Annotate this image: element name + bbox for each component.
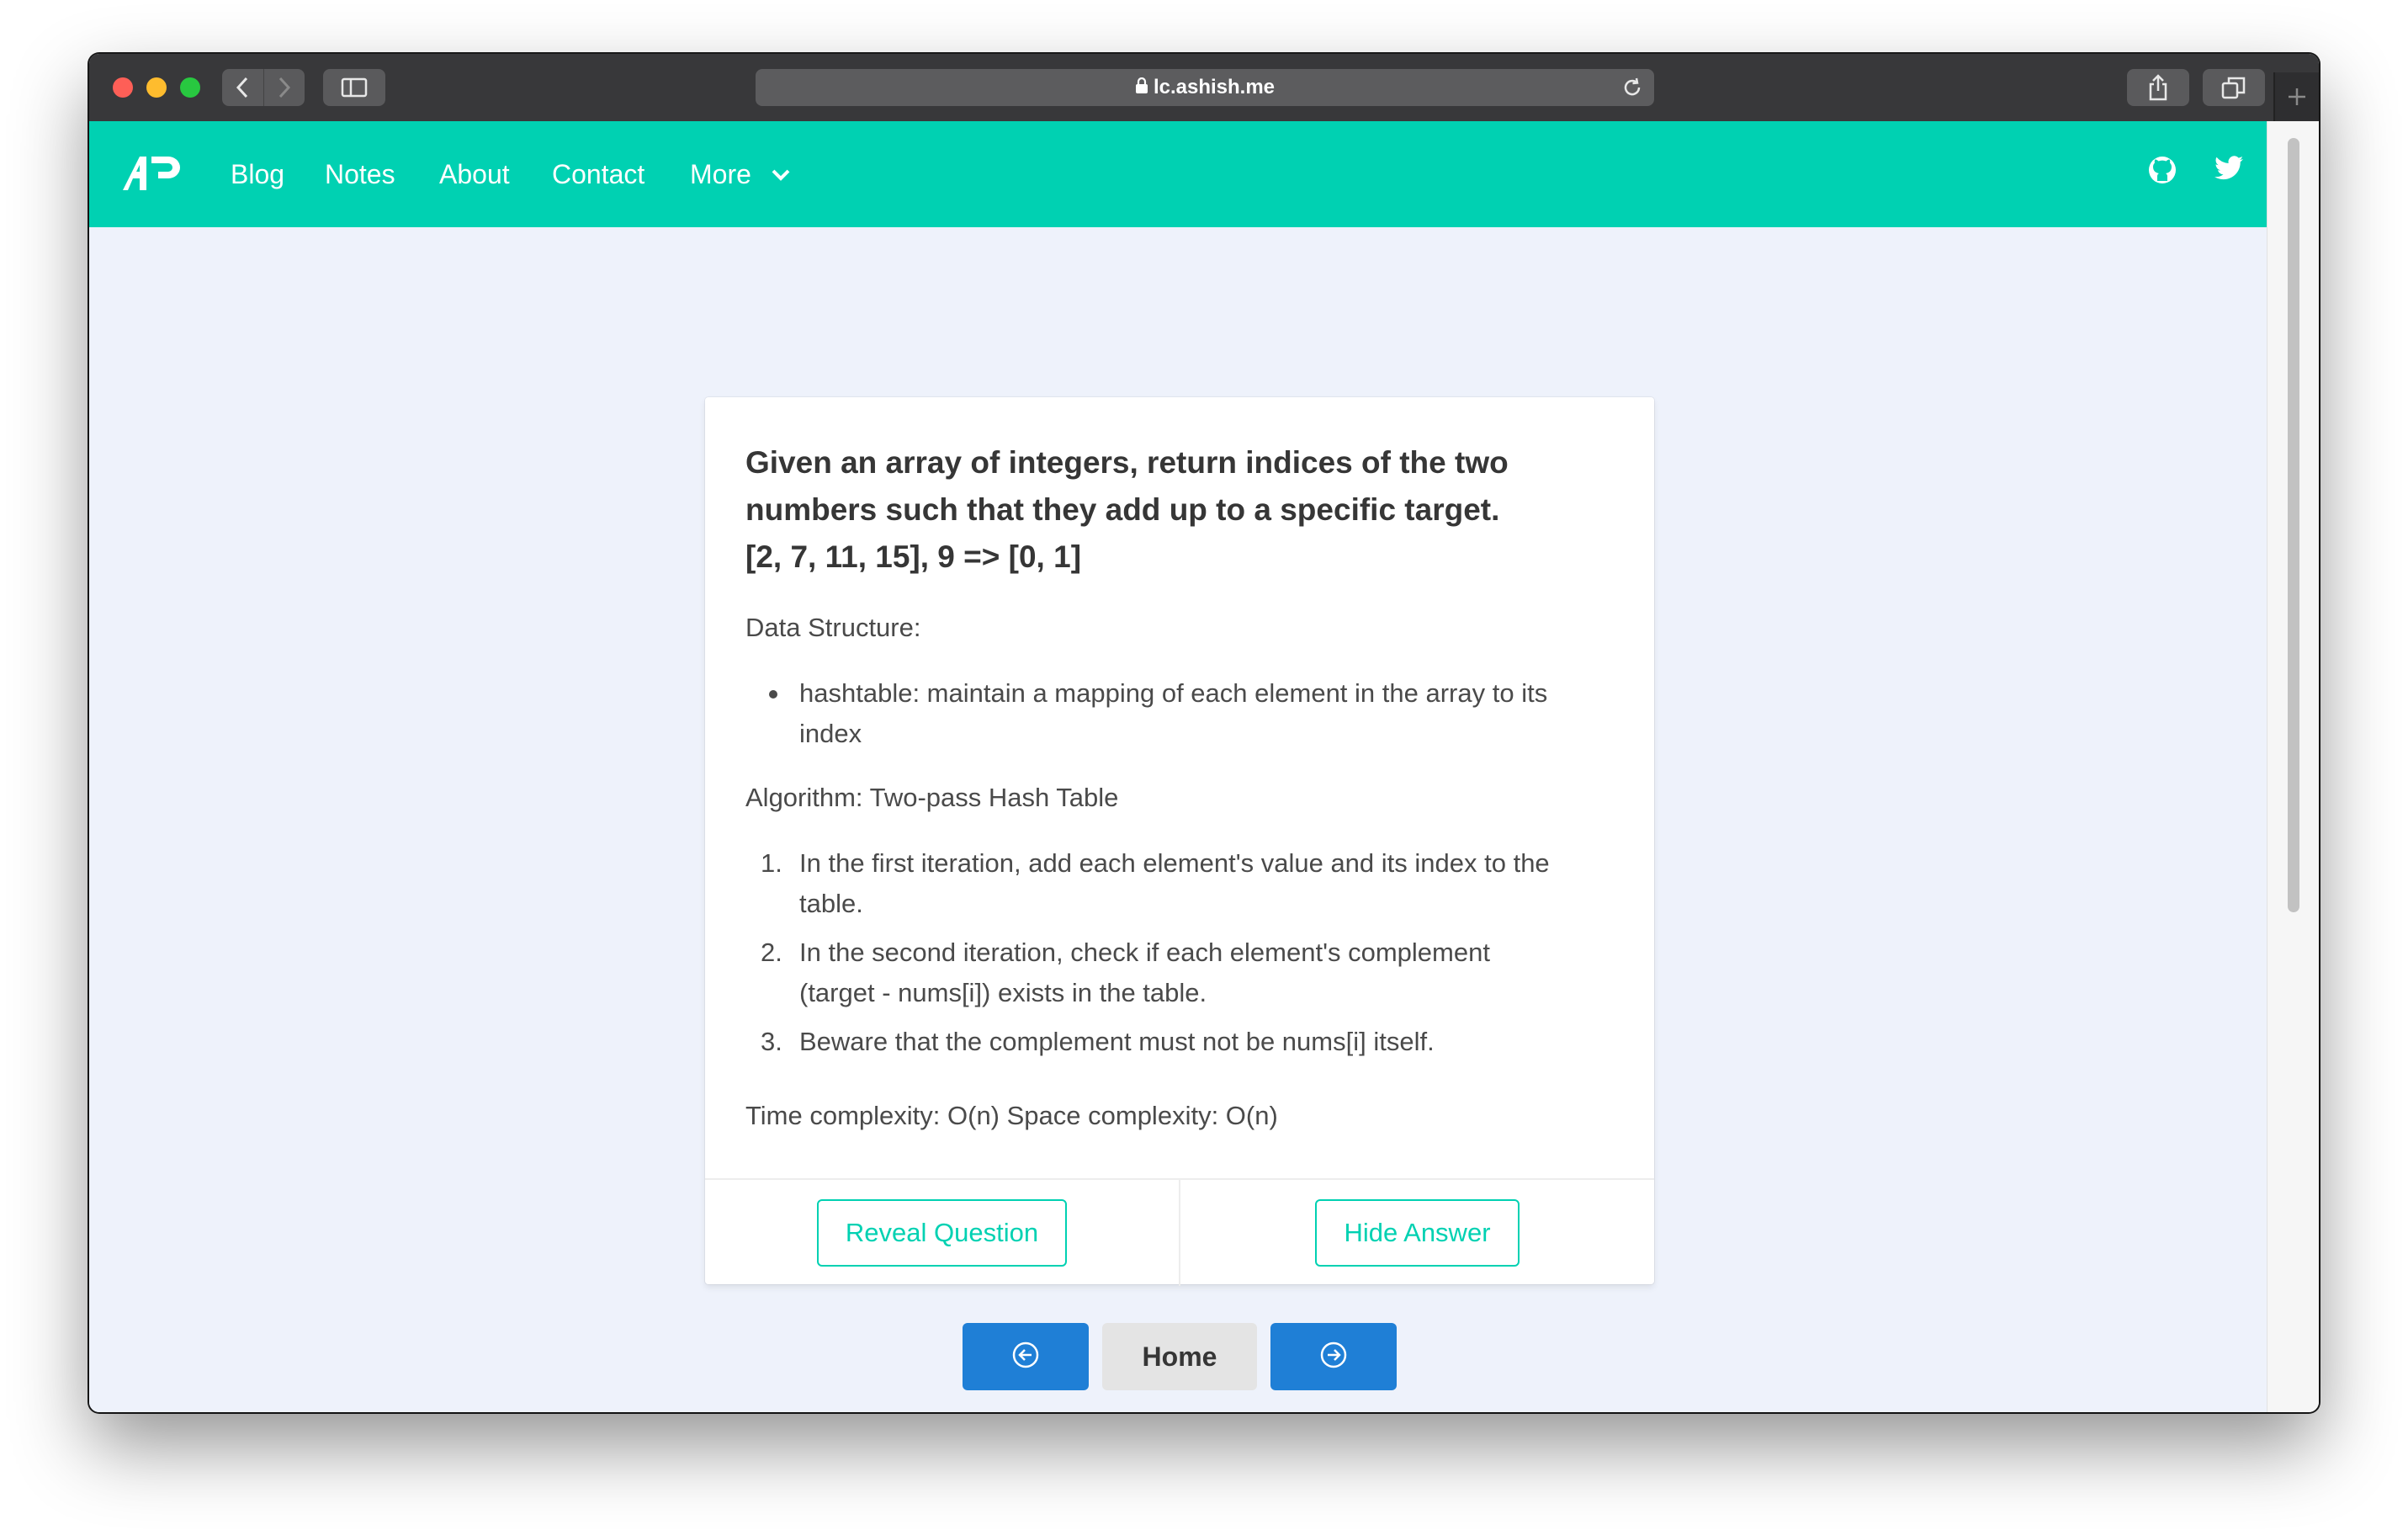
new-tab-icon[interactable] — [2273, 72, 2319, 121]
question-line: numbers such that they add up to a speci… — [745, 492, 1500, 527]
nav-link-contact[interactable]: Contact — [552, 153, 644, 195]
site-navbar: Blog Notes About Contact More — [89, 121, 2267, 227]
data-structure-label: Data Structure: — [745, 613, 921, 642]
share-icon[interactable] — [2127, 69, 2189, 106]
forward-icon[interactable] — [264, 69, 305, 106]
github-icon[interactable] — [2147, 155, 2177, 189]
question-example: [2, 7, 11, 15], 9 => [0, 1] — [745, 539, 1082, 574]
nav-dropdown-more[interactable]: More — [690, 153, 751, 195]
browser-window: lc.ashish.me Blog Notes About Contact Mo… — [89, 54, 2319, 1412]
minimize-window-button[interactable] — [146, 77, 167, 98]
reveal-question-button[interactable]: Reveal Question — [816, 1199, 1068, 1267]
step-number: 1. — [761, 848, 782, 878]
card-footer: Reveal Question Hide Answer — [705, 1178, 1654, 1286]
next-card-button[interactable] — [1270, 1323, 1397, 1390]
twitter-icon[interactable] — [2214, 155, 2245, 186]
nav-link-notes[interactable]: Notes — [325, 153, 395, 195]
algorithm-steps: 1. In the first iteration, add each elem… — [745, 843, 1620, 1070]
previous-card-button[interactable] — [963, 1323, 1089, 1390]
lock-icon — [1135, 70, 1148, 107]
hide-answer-button[interactable]: Hide Answer — [1315, 1199, 1520, 1267]
tabs-icon[interactable] — [2203, 69, 2265, 106]
card-footer-item: Hide Answer — [1179, 1180, 1654, 1286]
scrollbar-thumb[interactable] — [2288, 138, 2299, 912]
zoom-window-button[interactable] — [180, 77, 200, 98]
sidebar-icon[interactable] — [323, 69, 385, 106]
question-line: Given an array of integers, return indic… — [745, 445, 1509, 480]
chevron-down-icon[interactable] — [771, 168, 791, 186]
step-text: table. — [799, 889, 863, 918]
reload-icon[interactable] — [1620, 76, 1644, 104]
step-text: In the first iteration, add each element… — [799, 848, 1550, 878]
nav-link-blog[interactable]: Blog — [231, 153, 284, 195]
page-viewport: Blog Notes About Contact More Given an a… — [89, 121, 2267, 1412]
list-item: 1. In the first iteration, add each elem… — [745, 843, 1620, 924]
card-pager: Home — [963, 1323, 1397, 1390]
step-number: 2. — [761, 938, 782, 967]
step-text: (target - nums[i]) exists in the table. — [799, 978, 1207, 1007]
list-item: hashtable: maintain a mapping of each el… — [745, 673, 1620, 754]
arrow-circle-right-icon — [1319, 1341, 1348, 1373]
card-content: Given an array of integers, return indic… — [745, 439, 1620, 1130]
close-window-button[interactable] — [113, 77, 133, 98]
list-item: 2. In the second iteration, check if eac… — [745, 932, 1620, 1013]
browser-titlebar: lc.ashish.me — [89, 54, 2319, 123]
page-scrollbar[interactable] — [2267, 121, 2319, 1412]
step-text: Beware that the complement must not be n… — [799, 1027, 1435, 1056]
arrow-circle-left-icon — [1011, 1341, 1040, 1373]
home-button[interactable]: Home — [1102, 1323, 1257, 1390]
step-text: In the second iteration, check if each e… — [799, 938, 1490, 967]
back-icon[interactable] — [222, 69, 264, 106]
list-item: 3. Beware that the complement must not b… — [745, 1022, 1620, 1062]
url-text: lc.ashish.me — [1153, 76, 1276, 98]
address-bar[interactable]: lc.ashish.me — [756, 69, 1654, 106]
flashcard: Given an array of integers, return indic… — [705, 397, 1654, 1286]
algorithm-label: Algorithm: Two-pass Hash Table — [745, 783, 1119, 812]
question-title: Given an array of integers, return indic… — [745, 439, 1620, 581]
nav-link-about[interactable]: About — [439, 153, 510, 195]
step-number: 3. — [761, 1027, 782, 1056]
complexity-text: Time complexity: O(n) Space complexity: … — [745, 1101, 1278, 1130]
card-footer-item: Reveal Question — [705, 1180, 1179, 1286]
list-item-text: hashtable: maintain a mapping of each el… — [799, 678, 1548, 708]
data-structure-list: hashtable: maintain a mapping of each el… — [745, 673, 1620, 754]
list-item-text: index — [799, 719, 862, 748]
history-nav-group — [222, 69, 305, 106]
bullet-icon — [769, 690, 777, 699]
site-logo[interactable] — [121, 153, 182, 198]
